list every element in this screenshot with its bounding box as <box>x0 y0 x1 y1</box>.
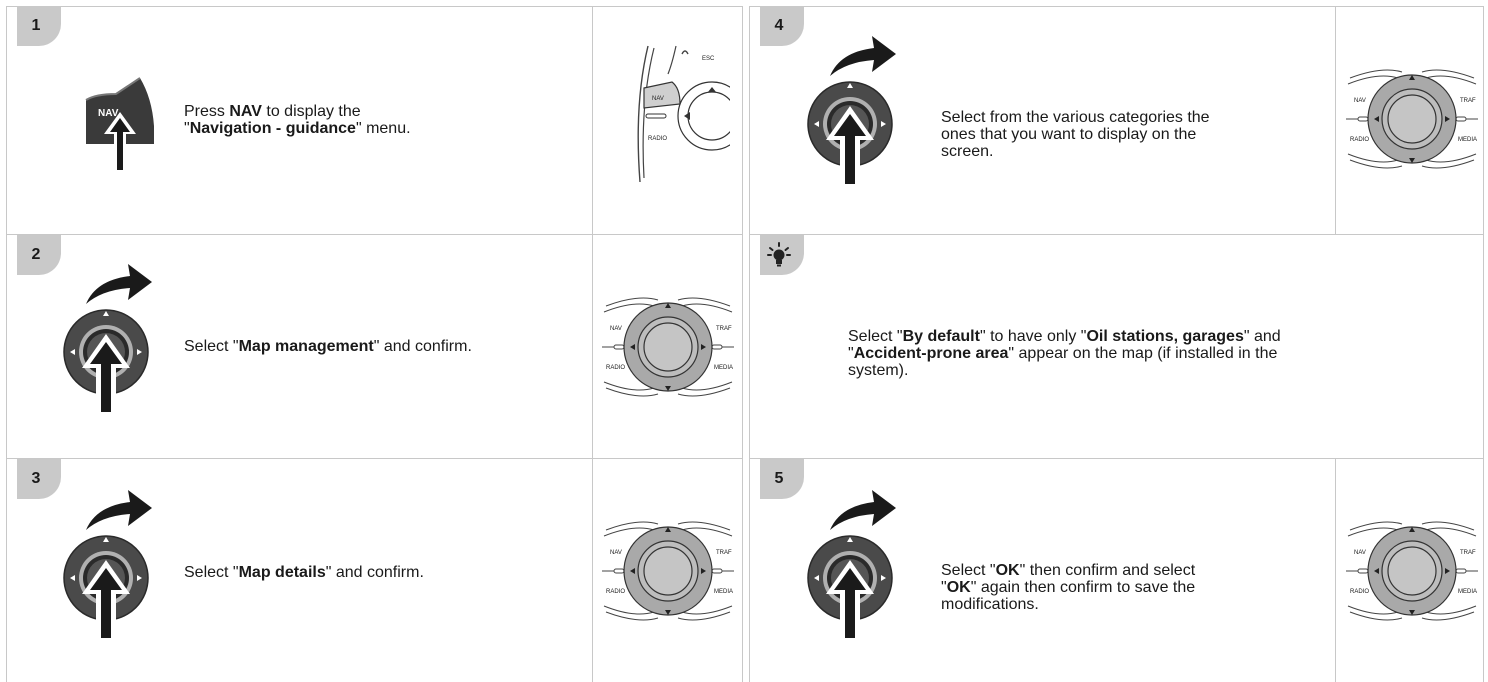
text-segment: " and confirm. <box>373 338 472 355</box>
nav-label: NAV <box>610 550 622 556</box>
lightbulb-icon <box>767 242 791 267</box>
esc-label: ESC <box>702 56 715 62</box>
text-segment: modifications. <box>941 596 1039 613</box>
text-segment: Select from the various categories the <box>941 109 1210 126</box>
nav-label: NAV <box>652 96 664 102</box>
radio-label: RADIO <box>1350 589 1370 595</box>
step-1-text: Press NAV to display the "Navigation - gu… <box>184 103 411 137</box>
tip-text: Select "By default" to have only "Oil st… <box>848 328 1281 379</box>
radio-label: RADIO <box>1350 137 1370 143</box>
nav-label: NAV <box>610 326 622 332</box>
text-segment: " menu. <box>355 120 411 137</box>
radio-label: RADIO <box>606 589 626 595</box>
panel-labels-step3: NAV TRAF RADIO MEDIA <box>598 516 738 626</box>
media-label: MEDIA <box>1458 589 1478 595</box>
bold-term: Map details <box>238 564 326 581</box>
nav-panel-thumbnail-icon: ESC NAV RADIO <box>637 45 730 183</box>
nav-key-label: NAV <box>98 108 119 119</box>
traf-label: TRAF <box>716 550 732 556</box>
step-3-text: Select "Map details" and confirm. <box>184 564 424 581</box>
nav-button-press-icon: NAV <box>85 77 154 170</box>
radio-label: RADIO <box>648 136 667 142</box>
text-segment: " and <box>1243 328 1281 345</box>
bold-term: OK <box>946 579 971 596</box>
step-number: 2 <box>31 246 41 263</box>
bold-term: Navigation - guidance <box>189 120 356 137</box>
text-segment: " to have only " <box>979 328 1087 345</box>
text-segment: to display the <box>261 103 361 120</box>
step-4-text: Select from the various categories the on… <box>941 109 1210 160</box>
panel-labels-step5: NAV TRAF RADIO MEDIA <box>1342 516 1482 626</box>
rotate-knob-icon <box>63 489 153 641</box>
text-segment: " then confirm and select <box>1019 562 1196 579</box>
panel-labels-step2: NAV TRAF RADIO MEDIA <box>598 292 738 402</box>
nav-label: NAV <box>1354 98 1366 104</box>
text-segment: Select " <box>941 562 996 579</box>
step-number: 1 <box>31 17 41 34</box>
text-segment: Select " <box>184 564 239 581</box>
text-segment: " appear on the map (if installed in the <box>1008 345 1278 362</box>
bold-term: OK <box>995 562 1020 579</box>
nav-label: NAV <box>1354 550 1366 556</box>
traf-label: TRAF <box>1460 98 1476 104</box>
rotate-knob-icon <box>807 35 897 187</box>
text-segment: system). <box>848 362 909 379</box>
text-segment: Select " <box>184 338 239 355</box>
text-segment: screen. <box>941 143 994 160</box>
step-number: 5 <box>774 470 784 487</box>
panel-labels-step4: NAV TRAF RADIO MEDIA <box>1342 64 1482 174</box>
step-5-text: Select "OK" then confirm and select "OK" … <box>941 562 1195 613</box>
bold-term: Oil stations, garages <box>1086 328 1244 345</box>
text-segment: Select " <box>848 328 903 345</box>
bold-term: Accident-prone area <box>853 345 1009 362</box>
bold-term: Map management <box>238 338 374 355</box>
traf-label: TRAF <box>1460 550 1476 556</box>
media-label: MEDIA <box>1458 137 1478 143</box>
step-number: 3 <box>31 470 41 487</box>
step-number: 4 <box>774 17 784 34</box>
text-segment: Press <box>184 103 230 120</box>
rotate-knob-icon <box>807 489 897 641</box>
traf-label: TRAF <box>716 326 732 332</box>
text-segment: ones that you want to display on the <box>941 126 1197 143</box>
text-segment: " again then confirm to save the <box>970 579 1196 596</box>
radio-label: RADIO <box>606 365 626 371</box>
step-2-text: Select "Map management" and confirm. <box>184 338 472 355</box>
bold-term: By default <box>902 328 980 345</box>
bold-term: NAV <box>229 103 262 120</box>
rotate-knob-icon <box>63 263 153 415</box>
media-label: MEDIA <box>714 589 734 595</box>
media-label: MEDIA <box>714 365 734 371</box>
text-segment: " and confirm. <box>325 564 424 581</box>
